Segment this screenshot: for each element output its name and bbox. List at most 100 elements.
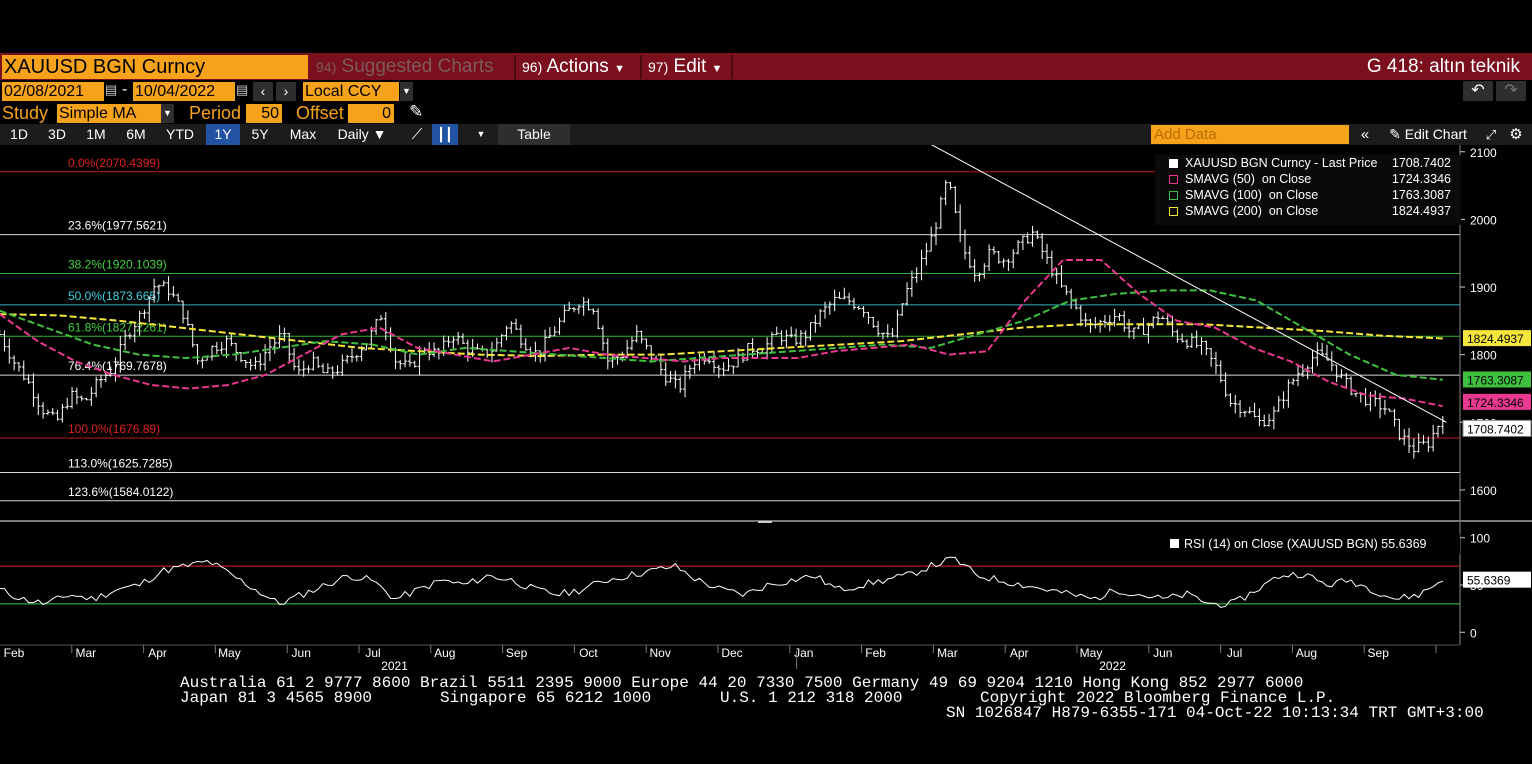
sma50-series <box>0 258 1444 408</box>
collapse-icon[interactable]: « <box>1354 124 1376 145</box>
x-month-label: Jun <box>1153 646 1172 660</box>
page-name: G 418: altın teknik <box>1366 56 1520 77</box>
axis-badge-label: 1724.3346 <box>1467 396 1524 410</box>
chevron-down-icon[interactable]: ▼ <box>470 124 492 145</box>
offset-label: Offset <box>296 103 344 123</box>
legend-item[interactable]: SMAVG (200) on Close 1824.4937 <box>1155 203 1461 219</box>
range-button-max[interactable]: Max <box>282 124 324 145</box>
legend-label: XAUUSD BGN Curncy - Last Price <box>1185 156 1378 170</box>
x-month-label: Dec <box>721 646 742 660</box>
chevron-right-icon[interactable]: › <box>276 82 296 101</box>
footer-us: U.S. 1 212 318 2000 <box>720 689 903 707</box>
bar-chart-icon[interactable]: ┃┃ <box>432 124 458 145</box>
footer: Australia 61 2 9777 8600 Brazil 5511 239… <box>0 675 1532 721</box>
currency-select[interactable]: Local CCY <box>303 82 399 101</box>
range-button-3d[interactable]: 3D <box>40 124 74 145</box>
legend-value: 1763.3087 <box>1391 188 1451 202</box>
price-tick-label: 1900 <box>1470 281 1497 295</box>
x-month-label: Apr <box>148 646 167 660</box>
legend-item[interactable]: XAUUSD BGN Curncy - Last Price 1708.7402 <box>1155 155 1461 171</box>
x-month-label: Apr <box>1010 646 1029 660</box>
rsi-tick-label: 0 <box>1470 626 1477 640</box>
x-month-label: Jul <box>1227 646 1242 660</box>
x-month-label: Sep <box>506 646 528 660</box>
axis-badge-label: 1824.4937 <box>1467 332 1524 346</box>
end-date-input[interactable]: 10/04/2022 <box>133 82 235 101</box>
edit-menu[interactable]: 97) Edit ▼ <box>648 55 722 79</box>
calendar-icon[interactable]: ▤ <box>236 82 248 98</box>
chevron-down-icon[interactable]: ▼ <box>400 82 413 101</box>
menu-divider <box>731 55 733 79</box>
x-month-label: Nov <box>650 646 671 660</box>
legend-item[interactable]: SMAVG (100) on Close 1763.3087 <box>1155 187 1461 203</box>
rsi-swatch <box>1170 539 1179 548</box>
fib-label: 123.6%(1584.0122) <box>68 485 173 499</box>
legend-label: SMAVG (100) on Close <box>1185 188 1319 202</box>
edit-label: Edit <box>673 56 707 77</box>
chevron-left-icon[interactable]: ‹ <box>253 82 273 101</box>
legend-item[interactable]: SMAVG (50) on Close 1724.3346 <box>1155 171 1461 187</box>
price-tick-label: 2000 <box>1470 213 1497 227</box>
rsi-legend: RSI (14) on Close (XAUUSD BGN) 55.6369 <box>1170 534 1460 554</box>
x-month-label: Feb <box>865 646 886 660</box>
rsi-legend-label: RSI (14) on Close (XAUUSD BGN) <box>1184 537 1378 551</box>
period-label: Period <box>189 103 242 123</box>
frequency-select[interactable]: Daily ▼ <box>328 124 396 145</box>
chevron-down-icon[interactable]: ▼ <box>161 104 174 123</box>
rsi-axis-badge-label: 55.6369 <box>1467 574 1511 588</box>
chevron-down-icon: ▼ <box>614 63 625 75</box>
x-month-label: Mar <box>75 646 96 660</box>
x-month-label: Aug <box>1296 646 1317 660</box>
edit-number: 97) <box>648 59 669 75</box>
price-tick-label: 1600 <box>1470 484 1497 498</box>
start-date-input[interactable]: 02/08/2021 <box>2 82 104 101</box>
legend-label: SMAVG (50) on Close <box>1185 172 1312 186</box>
add-data-input[interactable]: Add Data <box>1151 125 1349 144</box>
edit-chart-button[interactable]: ✎ Edit Chart <box>1380 124 1476 145</box>
axis-badge-label: 1763.3087 <box>1467 373 1524 387</box>
range-button-5y[interactable]: 5Y <box>243 124 277 145</box>
legend-swatch <box>1169 207 1178 216</box>
menu-divider <box>514 55 516 79</box>
x-month-label: Oct <box>579 646 598 660</box>
legend-label: SMAVG (200) on Close <box>1185 204 1319 218</box>
actions-menu[interactable]: 96) Actions ▼ <box>522 55 625 79</box>
pencil-icon: ✎ <box>1389 126 1401 142</box>
suggested-charts-label: Suggested Charts <box>341 56 494 77</box>
x-month-label: May <box>1080 646 1103 660</box>
expand-chart-icon[interactable]: ⤢ <box>1482 124 1500 145</box>
rsi-tick-label: 100 <box>1470 532 1490 546</box>
fib-label: 113.0%(1625.7285) <box>68 457 173 471</box>
range-button-ytd[interactable]: YTD <box>158 124 202 145</box>
x-year-label: 2021 <box>381 659 408 673</box>
chevron-down-icon: ▼ <box>711 63 723 75</box>
x-month-label: Jun <box>292 646 311 660</box>
x-month-label: May <box>218 646 241 660</box>
study-select[interactable]: Simple MA <box>57 104 161 123</box>
range-button-6m[interactable]: 6M <box>118 124 154 145</box>
offset-input[interactable]: 0 <box>348 104 394 123</box>
pencil-icon[interactable]: ✎ <box>409 102 423 122</box>
ticker-field[interactable]: XAUUSD BGN Curncy <box>2 55 308 79</box>
suggested-charts-menu[interactable]: 94) Suggested Charts <box>316 55 494 79</box>
range-button-1y[interactable]: 1Y <box>206 124 240 145</box>
undo-icon[interactable]: ↶ <box>1463 81 1493 101</box>
axis-badge-label: 1708.7402 <box>1467 422 1524 436</box>
range-button-1d[interactable]: 1D <box>2 124 36 145</box>
x-month-label: Jul <box>365 646 380 660</box>
chart-legend[interactable]: XAUUSD BGN Curncy - Last Price 1708.7402 S… <box>1155 155 1461 225</box>
period-input[interactable]: 50 <box>246 104 282 123</box>
x-month-label: Mar <box>937 646 958 660</box>
actions-label: Actions <box>546 56 609 77</box>
calendar-icon[interactable]: ▤ <box>105 82 117 98</box>
range-button-1m[interactable]: 1M <box>78 124 114 145</box>
menu-divider <box>640 55 642 79</box>
edit-chart-label: Edit Chart <box>1404 126 1467 142</box>
price-tick-label: 2100 <box>1470 146 1497 160</box>
gear-icon[interactable]: ⚙ <box>1506 124 1526 145</box>
footer-singapore: Singapore 65 6212 1000 <box>440 689 652 707</box>
line-chart-icon[interactable]: ⟋ <box>404 124 430 145</box>
x-month-label: Feb <box>4 646 25 660</box>
redo-icon[interactable]: ↷ <box>1496 81 1526 101</box>
table-button[interactable]: Table <box>498 124 570 145</box>
